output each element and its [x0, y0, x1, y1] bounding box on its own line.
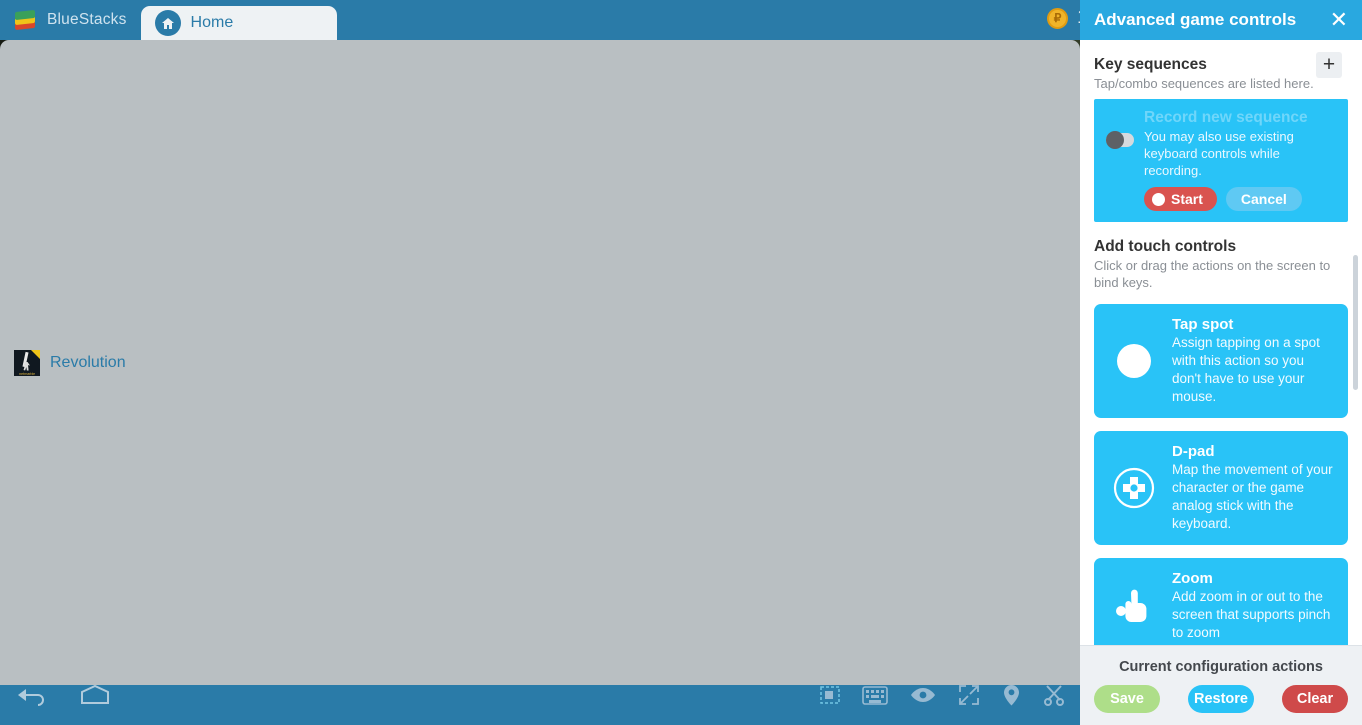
clear-button[interactable]: Clear — [1282, 685, 1348, 713]
sidebar-scrollbar[interactable] — [1353, 255, 1358, 390]
tap-spot-icon — [1108, 341, 1160, 381]
record-start-label: Start — [1171, 191, 1203, 207]
tab-home[interactable]: Home — [140, 6, 337, 40]
brand: BlueStacks — [0, 9, 141, 40]
keyboard-mapping-icon[interactable] — [862, 685, 888, 710]
sidebar-header: Advanced game controls ✕ — [1080, 0, 1362, 40]
home-icon[interactable] — [78, 683, 112, 712]
key-sequences-heading: Key sequences — [1094, 56, 1207, 73]
key-sequences-sub: Tap/combo sequences are listed here. — [1094, 76, 1314, 91]
add-sequence-button[interactable]: + — [1316, 52, 1342, 78]
scissors-icon[interactable] — [1043, 684, 1065, 711]
location-icon[interactable] — [1002, 684, 1021, 712]
home-icon — [154, 10, 181, 36]
sidebar-footer: Current configuration actions Save Resto… — [1080, 645, 1362, 725]
tab-revolution[interactable]: netmarble Revolution — [0, 40, 1080, 685]
record-sequence-card[interactable]: Record new sequence You may also use exi… — [1094, 99, 1348, 222]
touch-control-tap-spot[interactable]: Tap spot Assign tapping on a spot with t… — [1094, 304, 1348, 418]
brand-label: BlueStacks — [47, 11, 127, 28]
footer-heading: Current configuration actions — [1119, 659, 1323, 675]
zoom-text: Add zoom in or out to the screen that su… — [1172, 589, 1331, 640]
record-dot-icon — [1152, 192, 1165, 206]
tap-spot-text: Assign tapping on a spot with this actio… — [1172, 335, 1320, 404]
tab-home-label: Home — [190, 14, 234, 31]
pinch-zoom-icon — [1108, 587, 1160, 625]
game-icon: netmarble — [14, 349, 40, 376]
record-text: You may also use existing keyboard contr… — [1144, 129, 1294, 178]
tap-spot-title: Tap spot — [1172, 316, 1234, 333]
touch-control-zoom[interactable]: Zoom Add zoom in or out to the screen th… — [1094, 558, 1348, 645]
sidebar-title: Advanced game controls — [1094, 10, 1297, 29]
touch-controls-heading: Add touch controls — [1094, 238, 1237, 255]
save-button[interactable]: Save — [1094, 685, 1160, 713]
d-pad-title: D-pad — [1172, 443, 1215, 460]
bluestacks-points-icon: ₽ — [1047, 7, 1069, 29]
fullscreen-icon[interactable] — [958, 684, 980, 711]
touch-controls-sub: Click or drag the actions on the screen … — [1094, 258, 1331, 290]
zoom-title: Zoom — [1172, 570, 1213, 587]
back-icon[interactable] — [14, 683, 48, 712]
restore-button[interactable]: Restore — [1188, 685, 1254, 713]
eye-icon[interactable] — [910, 686, 936, 709]
bluestacks-window: BlueStacks Home netmarble Revolution ₽ 1… — [0, 0, 1362, 725]
d-pad-icon — [1108, 466, 1160, 510]
tab-revolution-label: Revolution — [50, 353, 126, 371]
bluestacks-logo-icon — [14, 9, 38, 31]
sidebar-content[interactable]: Key sequences Tap/combo sequences are li… — [1080, 40, 1362, 645]
record-cancel-button[interactable]: Cancel — [1225, 187, 1302, 211]
sidebar-close-icon[interactable]: ✕ — [1330, 9, 1348, 31]
record-start-button[interactable]: Start — [1144, 187, 1217, 211]
d-pad-text: Map the movement of your character or th… — [1172, 462, 1333, 531]
touch-control-d-pad[interactable]: D-pad Map the movement of your character… — [1094, 431, 1348, 545]
record-heading: Record new sequence — [1144, 109, 1308, 126]
advanced-game-controls-panel: Advanced game controls ✕ Key sequences T… — [1080, 0, 1362, 725]
record-toggle[interactable] — [1106, 131, 1134, 149]
screenshot-icon[interactable] — [820, 685, 840, 710]
